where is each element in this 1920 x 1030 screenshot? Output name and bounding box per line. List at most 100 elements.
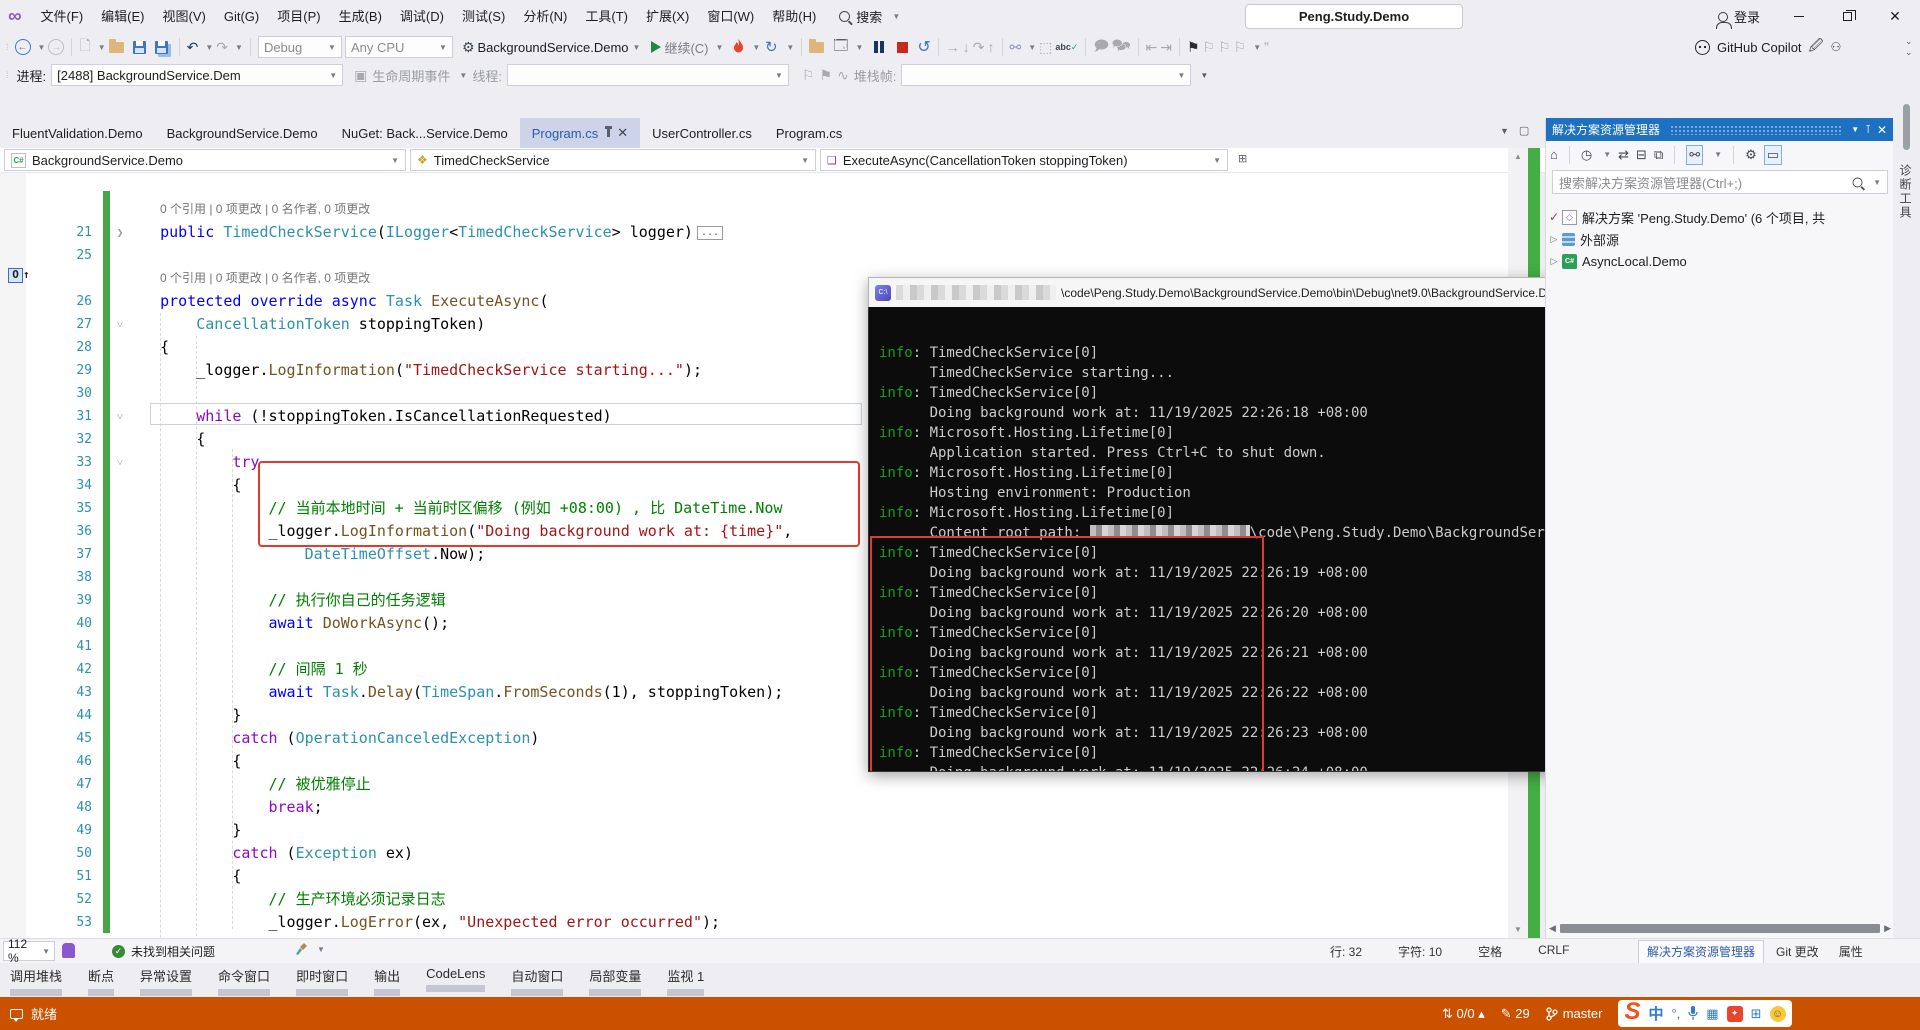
navigate-back-button[interactable]: ← <box>14 39 31 55</box>
code-line[interactable]: 51 { <box>0 865 1500 888</box>
close-icon[interactable]: ✕ <box>617 125 628 141</box>
menu-item[interactable]: Git(G) <box>215 9 268 24</box>
step-out-button[interactable]: ↑ <box>988 39 995 55</box>
navbar-project-dropdown[interactable]: C# BackgroundService.Demo ▼ <box>4 149 406 171</box>
window-position-dropdown-icon[interactable]: ▼ <box>1851 125 1859 134</box>
doc-tab[interactable]: BackgroundService.Demo <box>155 118 330 148</box>
menu-item[interactable]: 帮助(H) <box>763 9 825 24</box>
menu-item[interactable]: 编辑(E) <box>92 9 153 24</box>
zoom-dropdown[interactable]: 112 % ▼ <box>3 937 55 965</box>
code-line[interactable]: 48 break; <box>0 796 1500 819</box>
code-map-icon[interactable]: ⚯ <box>1010 39 1022 56</box>
tool-window-tab[interactable]: 调用堆栈 <box>10 966 63 996</box>
tool-window-tab[interactable]: 监视 1 <box>667 966 705 996</box>
panel-bottom-tab[interactable]: Git 更改 <box>1768 941 1827 962</box>
navigate-forward-button[interactable]: → <box>48 39 65 55</box>
doc-tab[interactable]: UserController.cs <box>640 118 764 148</box>
tool-window-tab[interactable]: 输出 <box>374 966 401 996</box>
spell-check-icon[interactable]: abc✓ <box>1055 42 1078 53</box>
undo-button[interactable]: ↶ <box>187 39 199 56</box>
pin-icon[interactable]: ⊺ <box>1865 123 1871 136</box>
ime-chinese-mode-icon[interactable]: 中 <box>1648 1003 1663 1024</box>
ime-punctuation-icon[interactable]: °, <box>1671 1006 1680 1021</box>
tree-item[interactable]: ✓ ◇ 解决方案 'Peng.Study.Demo' (6 个项目, 共 <box>1546 206 1894 228</box>
show-next-statement-icon[interactable]: → <box>946 39 960 55</box>
pending-edits-count[interactable]: ✎ 29 <box>1501 1006 1530 1022</box>
tool-window-tab[interactable]: 异常设置 <box>140 966 193 996</box>
titlebar-search[interactable]: 搜索 ▼ <box>839 7 900 26</box>
comment-icon[interactable]: 🗩 <box>1093 35 1109 59</box>
menu-item[interactable]: 窗口(W) <box>698 9 763 24</box>
skin-icon[interactable]: ✦ <box>1726 1005 1743 1022</box>
stackframe-dropdown[interactable]: ▼ <box>901 64 1192 86</box>
tool-window-tab[interactable]: CodeLens <box>426 966 486 992</box>
tool-window-tab[interactable]: 断点 <box>88 966 115 996</box>
doc-tab[interactable]: FluentValidation.Demo <box>0 118 155 148</box>
console-output[interactable]: info: TimedCheckService[0] TimedCheckSer… <box>868 307 1570 772</box>
properties-pages-icon[interactable]: ⧉ <box>1654 147 1663 163</box>
tree-item[interactable]: ▷ C# AsyncLocal.Demo <box>1546 250 1894 272</box>
dotted-box-icon[interactable]: ⬚ <box>1039 39 1052 56</box>
lifecycle-events-button[interactable]: 生命周期事件 <box>372 66 450 85</box>
codelens-row[interactable]: 0 个引用 | 0 项更改 | 0 名作者, 0 项更改 <box>160 198 370 221</box>
copilot-person-icon[interactable]: ⚇ <box>1830 40 1841 54</box>
copilot-edit-icon[interactable]: 🖉 <box>1809 35 1824 59</box>
decrease-indent-icon[interactable]: ⇤ <box>1146 39 1158 56</box>
pending-changes-filter-icon[interactable]: ◷ <box>1581 147 1592 163</box>
panel-bottom-tab[interactable]: 属性 <box>1831 941 1871 962</box>
continue-button[interactable]: 继续(C) <box>664 38 708 57</box>
parallel-stacks-icon[interactable]: ∿ <box>837 67 849 84</box>
step-over-button[interactable]: ↷ <box>973 39 985 56</box>
github-copilot-icon[interactable] <box>1695 39 1710 55</box>
code-line[interactable]: 47 // 被优雅停止 <box>0 773 1500 796</box>
document-health[interactable]: ✓ 未找到相关问题 <box>112 941 215 961</box>
chevron-right-icon[interactable]: ▷ <box>1546 234 1562 245</box>
chevron-down-icon[interactable]: ▼ <box>38 43 46 52</box>
continue-play-icon[interactable] <box>651 41 662 53</box>
codelens-row[interactable]: 0 个引用 | 0 项更改 | 0 名作者, 0 项更改 <box>160 267 370 290</box>
menu-item[interactable]: 分析(N) <box>514 9 576 24</box>
save-all-button[interactable] <box>154 40 168 54</box>
tool-window-tab[interactable]: 即时窗口 <box>296 966 349 996</box>
menu-item[interactable]: 测试(S) <box>453 9 514 24</box>
chevron-right-icon[interactable]: ▷ <box>1546 256 1562 267</box>
emoji-icon[interactable]: ☺ <box>1769 1005 1786 1022</box>
close-icon[interactable]: ✕ <box>1877 123 1887 137</box>
bookmark-icon[interactable]: ⚑ <box>1187 39 1200 56</box>
code-line[interactable]: 52 // 生产环境必须记录日志 <box>0 888 1500 911</box>
solution-explorer-title-bar[interactable]: 解决方案资源管理器 ▼ ⊺ ✕ <box>1546 118 1893 141</box>
application-window-icon[interactable]: 🗔 <box>833 35 848 59</box>
toolbar-overflow-icon[interactable]: ▼ <box>1200 71 1208 80</box>
code-cleanup-button[interactable]: ▼ <box>295 942 325 956</box>
pin-icon[interactable] <box>605 126 613 137</box>
new-project-button[interactable]: 🗋 <box>79 35 90 59</box>
ime-toolbar[interactable]: S 中 °, ▦ ✦ ⊞ ☺ <box>1618 998 1792 1027</box>
menu-item[interactable]: 文件(F) <box>32 9 93 24</box>
uncomment-icon[interactable]: 🗫 <box>1112 35 1131 59</box>
tool-window-tab[interactable]: 局部变量 <box>589 966 642 996</box>
eol-mode[interactable]: CRLF <box>1538 943 1569 960</box>
indent-mode[interactable]: 空格 <box>1478 943 1502 960</box>
restore-button[interactable] <box>1824 0 1870 33</box>
microphone-icon[interactable] <box>1688 1006 1698 1021</box>
stop-debugging-button[interactable] <box>897 41 909 53</box>
console-window[interactable]: C:\ \code\Peng.Study.Demo\BackgroundServ… <box>868 277 1570 772</box>
hot-reload-flame-icon[interactable] <box>732 39 745 55</box>
navbar-type-dropdown[interactable]: ❖ TimedCheckService ▼ <box>410 149 816 171</box>
tool-window-tab[interactable]: 自动窗口 <box>511 966 564 996</box>
doc-tab[interactable]: Program.cs ✕ <box>519 118 641 148</box>
float-window-icon[interactable]: ▢ <box>1519 124 1529 137</box>
scrollbar-thumb[interactable] <box>1559 924 1881 933</box>
redo-button[interactable]: ↷ <box>216 39 228 56</box>
flagged-threads-icon[interactable]: ⚑ <box>820 67 833 84</box>
code-line[interactable]: 21 ❯ public TimedCheckService(ILogger<Tim… <box>0 221 1500 244</box>
git-branch[interactable]: master <box>1546 1006 1602 1021</box>
sign-in-button[interactable]: 登录 <box>1715 0 1760 33</box>
solution-explorer-hscrollbar[interactable]: ◀ ▶ <box>1549 921 1891 936</box>
code-line[interactable]: 25 <box>0 244 1500 267</box>
doc-list-dropdown-icon[interactable]: ▼ <box>1500 126 1509 136</box>
minimize-button[interactable] <box>1776 0 1822 33</box>
diagnostic-tools-tab[interactable]: 诊断工具 <box>1897 164 1914 220</box>
collapse-all-icon[interactable]: ⊟ <box>1636 147 1647 163</box>
step-into-button[interactable]: ↓ <box>963 39 970 55</box>
